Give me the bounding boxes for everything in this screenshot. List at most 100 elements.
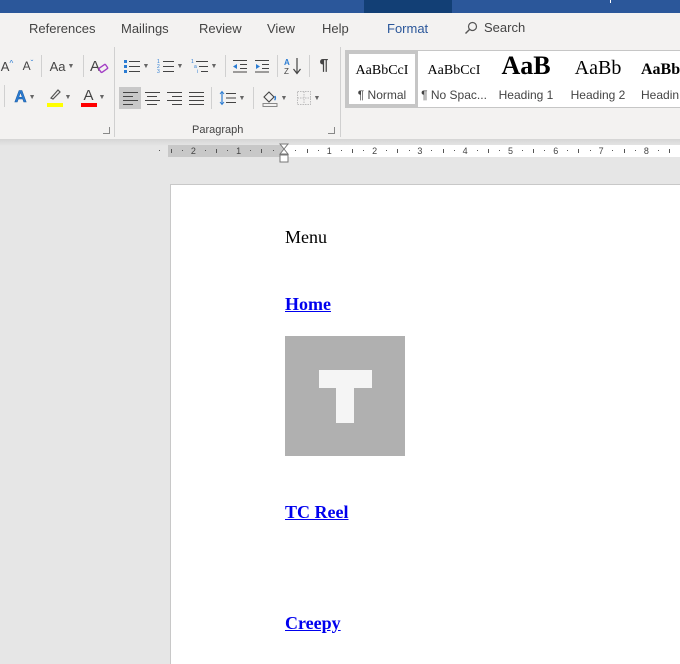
- ruler-left-margin: [168, 145, 284, 157]
- shading-button[interactable]: ▼: [258, 87, 290, 109]
- ruler-tick: [170, 149, 172, 153]
- document-page[interactable]: Menu Home TC Reel Creepy: [170, 184, 680, 664]
- highlight-color-button[interactable]: ▼: [44, 86, 74, 108]
- increase-indent-icon: [255, 60, 269, 73]
- ruler-number: 5: [507, 146, 514, 156]
- tab-view[interactable]: View: [267, 21, 295, 36]
- font-color-icon: A: [80, 87, 97, 107]
- title-bar-marker: [610, 0, 611, 3]
- ruler-dot: [612, 150, 614, 151]
- tab-format[interactable]: Format: [387, 21, 428, 36]
- ruler-tick: [397, 149, 399, 153]
- ruler-dot: [204, 150, 206, 151]
- tab-references[interactable]: References: [29, 21, 95, 36]
- chevron-down-icon: ▼: [28, 93, 36, 101]
- svg-text:A: A: [284, 58, 290, 67]
- ruler-dot: [499, 150, 501, 151]
- clear-formatting-button[interactable]: A: [88, 55, 110, 77]
- increase-indent-button[interactable]: [252, 55, 272, 77]
- align-center-icon: [144, 91, 160, 105]
- separator: [253, 87, 254, 109]
- style-preview: AaB: [501, 51, 551, 80]
- bullets-icon: [123, 60, 140, 73]
- ruler-dot: [476, 150, 478, 151]
- indent-marker[interactable]: [278, 143, 290, 163]
- ruler-number: 7: [598, 146, 604, 156]
- style-preview: AaBbCcI: [355, 63, 409, 78]
- separator: [277, 55, 278, 77]
- ruler-tick: [261, 149, 263, 153]
- chevron-down-icon: ▼: [280, 94, 288, 102]
- grow-caret-icon: ^: [9, 58, 14, 68]
- ruler-number: 1: [326, 146, 332, 156]
- bullets-button[interactable]: ▼: [120, 55, 152, 77]
- style-normal[interactable]: AaBbCcI ¶ Normal: [346, 51, 418, 107]
- grow-font-button[interactable]: A ^: [0, 57, 14, 75]
- line-spacing-button[interactable]: ▼: [216, 87, 248, 109]
- center-button[interactable]: [141, 87, 163, 109]
- ruler-number: 3: [417, 146, 423, 156]
- paragraph-dialog-launcher[interactable]: [328, 127, 335, 134]
- text-effects-icon: A: [14, 87, 27, 107]
- shrink-font-button[interactable]: Aˇ: [20, 57, 36, 75]
- ruler-number: 4: [462, 146, 468, 156]
- contextual-tab-highlight: [364, 0, 452, 13]
- ruler-dot: [182, 150, 184, 151]
- tab-help[interactable]: Help: [322, 21, 349, 36]
- show-formatting-marks-button[interactable]: ¶: [314, 55, 334, 77]
- font-color-button[interactable]: A ▼: [78, 86, 108, 108]
- decrease-indent-icon: [233, 60, 247, 73]
- ruler-dot: [340, 150, 342, 151]
- numbering-button[interactable]: 1 2 3 ▼: [154, 55, 186, 77]
- horizontal-ruler[interactable]: 2 1 1 2 3 4 5 6 7 8: [159, 145, 680, 157]
- line-spacing-icon: [219, 90, 236, 106]
- align-left-icon: [122, 91, 138, 105]
- ruler-tick: [487, 149, 489, 153]
- style-heading-2[interactable]: AaBb Heading 2: [562, 51, 634, 107]
- svg-text:i: i: [197, 69, 198, 74]
- ruler-tick: [351, 149, 353, 153]
- chevron-down-icon: ▼: [67, 62, 75, 70]
- chevron-down-icon: ▼: [142, 62, 150, 70]
- ruler-dot: [272, 150, 274, 151]
- borders-button[interactable]: ▼: [292, 87, 324, 109]
- chevron-down-icon: ▼: [98, 93, 106, 101]
- ruler-tick: [442, 149, 444, 153]
- svg-text:A: A: [90, 58, 100, 75]
- ruler-dot: [295, 150, 297, 151]
- tab-mailings[interactable]: Mailings: [121, 21, 169, 36]
- decrease-indent-button[interactable]: [230, 55, 250, 77]
- ruler-dot: [159, 150, 161, 151]
- search-box[interactable]: Search: [464, 20, 525, 35]
- ruler-tick: [306, 149, 308, 153]
- tab-review[interactable]: Review: [199, 21, 242, 36]
- shrink-font-icon: A: [22, 59, 31, 73]
- separator: [4, 85, 5, 107]
- chevron-down-icon: ▼: [64, 93, 72, 101]
- sort-button[interactable]: AZ: [282, 55, 304, 77]
- align-left-button[interactable]: [119, 87, 141, 109]
- ruler-tick: [216, 149, 218, 153]
- link-creepy[interactable]: Creepy: [285, 613, 341, 634]
- svg-text:3: 3: [157, 69, 160, 74]
- align-right-button[interactable]: [163, 87, 185, 109]
- ruler-tick: [578, 149, 580, 153]
- multilevel-list-button[interactable]: 1 a i ▼: [188, 55, 220, 77]
- group-separator: [114, 47, 115, 137]
- highlight-color-swatch: [46, 103, 63, 107]
- style-no-spacing[interactable]: AaBbCcI ¶ No Spac...: [418, 51, 490, 107]
- style-preview: AaBb: [574, 57, 622, 79]
- link-home[interactable]: Home: [285, 294, 331, 315]
- style-heading-1[interactable]: AaB Heading 1: [490, 51, 562, 107]
- logo-image[interactable]: [285, 336, 405, 456]
- text-effects-button[interactable]: A ▼: [10, 86, 40, 108]
- link-tc-reel[interactable]: TC Reel: [285, 502, 348, 523]
- align-right-icon: [166, 91, 182, 105]
- ruler-dot: [408, 150, 410, 151]
- separator: [41, 55, 42, 77]
- numbering-icon: 123: [157, 59, 174, 74]
- change-case-button[interactable]: Aa ▼: [47, 57, 77, 75]
- justify-button[interactable]: [185, 87, 207, 109]
- font-dialog-launcher[interactable]: [103, 127, 110, 134]
- style-heading-3[interactable]: AaBb Headin: [634, 51, 680, 107]
